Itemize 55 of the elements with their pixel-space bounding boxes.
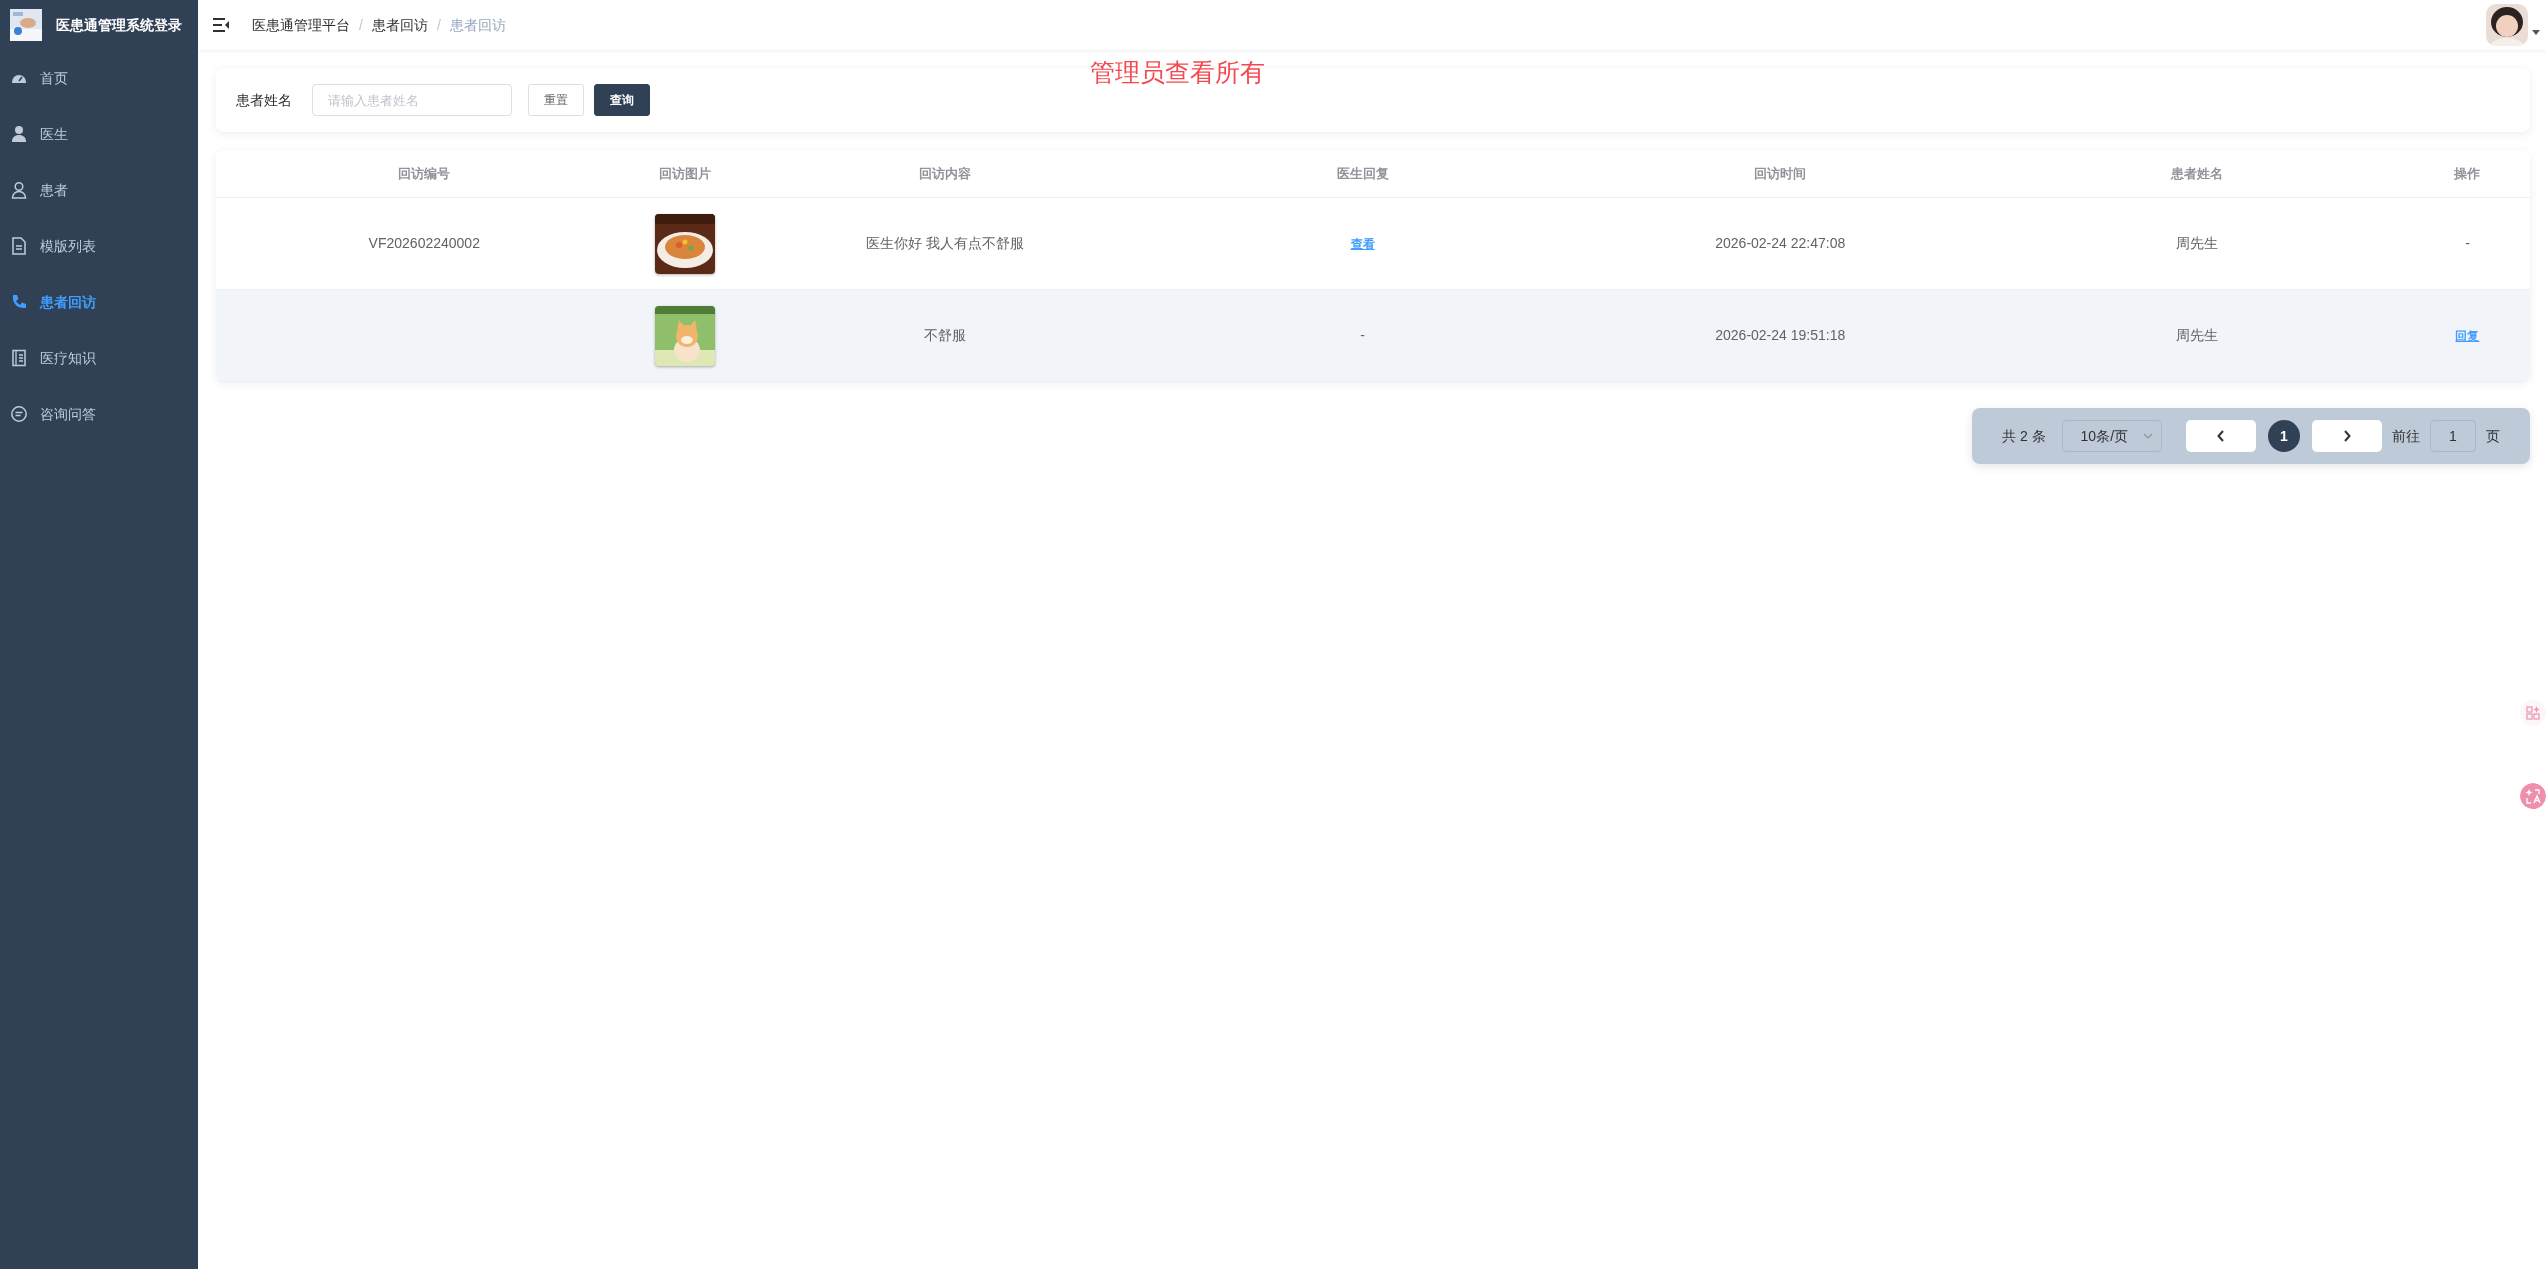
- grid-icon[interactable]: [2520, 700, 2546, 726]
- goto-label: 前往: [2392, 426, 2420, 446]
- app-title: 医患通管理系统登录: [56, 15, 182, 35]
- page-input[interactable]: 1: [2430, 420, 2476, 452]
- column-header: 患者姓名: [2169, 164, 2224, 183]
- menu-icon[interactable]: [212, 17, 230, 33]
- column-header: 回访图片: [657, 164, 712, 183]
- breadcrumb-separator: /: [436, 15, 441, 35]
- column-header: 回访时间: [1753, 164, 1808, 183]
- table-cell: 周先生: [2175, 235, 2218, 251]
- chevron-down-icon: [2142, 433, 2153, 439]
- table-cell: 2026-02-24 22:47:08: [1715, 235, 1846, 251]
- search-button[interactable]: 查询: [594, 84, 650, 116]
- phone-icon: [10, 293, 28, 311]
- person-icon: [10, 125, 28, 143]
- page-button[interactable]: 1: [2268, 420, 2300, 452]
- table-cell: -: [1360, 327, 1365, 343]
- breadcrumb-item: 患者回访: [449, 15, 506, 35]
- table-cell: 医生你好 我人有点不舒服: [865, 235, 1024, 251]
- previous-page-button[interactable]: [2186, 420, 2256, 452]
- document-icon: [10, 237, 28, 255]
- next-page-button[interactable]: [2312, 420, 2382, 452]
- field-label: 患者姓名: [236, 90, 292, 110]
- column-header: 医生回复: [1335, 164, 1390, 183]
- translate-icon[interactable]: [2520, 783, 2546, 809]
- sidebar-item[interactable]: 患者回访: [0, 274, 198, 330]
- page-size-select[interactable]: 10条/页: [2061, 420, 2162, 452]
- page-suffix: 页: [2486, 426, 2500, 446]
- breadcrumb-item[interactable]: 患者回访: [371, 14, 428, 36]
- table-cell: VF202602240002: [368, 235, 480, 251]
- sidebar-item[interactable]: 医疗知识: [0, 330, 198, 386]
- sidebar-item[interactable]: 首页: [0, 50, 198, 106]
- table-cell: 不舒服: [923, 327, 966, 343]
- reset-button[interactable]: 重置: [528, 84, 584, 116]
- table-cell: 2026-02-24 19:51:18: [1715, 327, 1846, 343]
- sidebar-item[interactable]: 模版列表: [0, 218, 198, 274]
- table-cell: 周先生: [2175, 327, 2218, 343]
- person-icon: [10, 181, 28, 199]
- chevron-left-icon: [2217, 430, 2225, 442]
- sidebar-item[interactable]: 医生: [0, 106, 198, 162]
- annotation-text: 管理员查看所有: [1090, 57, 1265, 88]
- sidebar-item[interactable]: 咨询问答: [0, 386, 198, 442]
- column-header: 回访编号: [397, 164, 452, 183]
- breadcrumb-separator: /: [359, 15, 363, 35]
- column-header: 回访内容: [917, 164, 972, 183]
- book-icon: [10, 349, 28, 367]
- column-header: 操作: [2453, 164, 2482, 183]
- chevron-right-icon: [2343, 430, 2351, 442]
- table-cell: -: [2465, 235, 2470, 251]
- chat-icon: [10, 405, 28, 423]
- caret-icon[interactable]: [2532, 29, 2540, 35]
- search-field[interactable]: 请输入患者姓名: [312, 84, 512, 116]
- breadcrumb-item[interactable]: 医患通管理平台: [252, 14, 350, 36]
- total-count: 共 2 条: [2002, 426, 2046, 446]
- sidebar-item[interactable]: 患者: [0, 162, 198, 218]
